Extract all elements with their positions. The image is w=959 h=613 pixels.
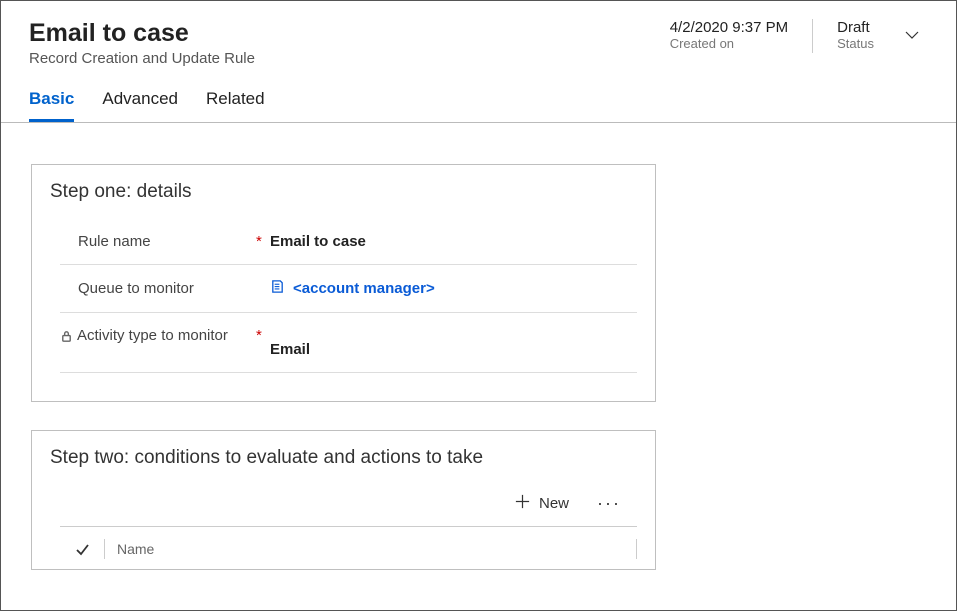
required-mark-2: *	[256, 327, 270, 344]
rule-name-value[interactable]: Email to case	[270, 233, 366, 250]
page-title: Email to case	[29, 19, 670, 48]
queue-value[interactable]: <account manager>	[270, 279, 435, 298]
tab-advanced[interactable]: Advanced	[102, 89, 178, 122]
expand-header-button[interactable]	[902, 25, 922, 50]
meta-divider	[812, 19, 813, 53]
activity-row: Activity type to monitor * Email	[60, 313, 637, 373]
step-two-title: Step two: conditions to evaluate and act…	[50, 447, 637, 469]
select-all-column[interactable]	[60, 541, 104, 557]
rule-name-label: Rule name	[78, 233, 151, 250]
new-button-label: New	[539, 495, 569, 512]
new-button[interactable]: New	[514, 493, 569, 514]
scroll-filler	[31, 598, 956, 610]
activity-value: Email	[270, 327, 310, 358]
created-on-value: 4/2/2020 9:37 PM	[670, 19, 788, 36]
more-commands-button[interactable]: ···	[597, 493, 621, 514]
grid-command-bar: New ···	[50, 485, 637, 526]
tab-related[interactable]: Related	[206, 89, 265, 122]
queue-row[interactable]: Queue to monitor <account manager>	[60, 265, 637, 313]
lock-icon	[60, 327, 73, 348]
form-header: Email to case Record Creation and Update…	[1, 1, 956, 123]
header-meta: 4/2/2020 9:37 PM Created on Draft Status	[670, 19, 928, 53]
step-one-panel: Step one: details Rule name * Email to c…	[31, 164, 656, 402]
queue-icon	[270, 279, 285, 298]
created-on-label: Created on	[670, 36, 788, 51]
form-window: Email to case Record Creation and Update…	[0, 0, 957, 611]
rule-name-row[interactable]: Rule name * Email to case	[60, 219, 637, 265]
column-name[interactable]: Name	[104, 539, 637, 559]
queue-label: Queue to monitor	[78, 280, 194, 297]
required-mark: *	[256, 233, 270, 250]
tab-basic[interactable]: Basic	[29, 89, 74, 122]
tab-strip: Basic Advanced Related	[29, 89, 928, 122]
status-value: Draft	[837, 19, 874, 36]
status-label: Status	[837, 36, 874, 51]
form-body-scroll[interactable]: Step one: details Rule name * Email to c…	[1, 154, 956, 610]
grid-header: Name	[60, 526, 637, 559]
plus-icon	[514, 493, 531, 514]
queue-value-text: <account manager>	[293, 280, 435, 297]
activity-label: Activity type to monitor	[77, 327, 228, 344]
entity-name: Record Creation and Update Rule	[29, 50, 670, 67]
step-one-title: Step one: details	[50, 181, 637, 203]
step-two-panel: Step two: conditions to evaluate and act…	[31, 430, 656, 570]
